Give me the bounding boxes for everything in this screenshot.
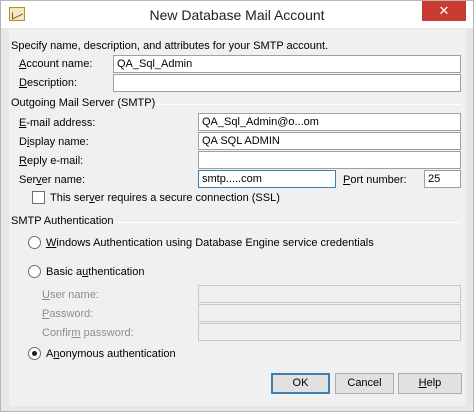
- windows-auth-label: Windows Authentication using Database En…: [46, 237, 374, 249]
- dialog-body: Specify name, description, and attribute…: [9, 29, 466, 406]
- email-address-field[interactable]: QA_Sql_Admin@o...om: [198, 113, 461, 131]
- outgoing-group-divider: [155, 104, 461, 105]
- display-name-field[interactable]: QA SQL ADMIN: [198, 132, 461, 150]
- user-name-label: User name:: [42, 289, 99, 301]
- display-name-label: Display name:: [19, 136, 89, 148]
- auth-group-divider: [115, 222, 461, 223]
- close-button[interactable]: ✕: [422, 1, 466, 21]
- password-field[interactable]: [198, 304, 461, 322]
- window-title: New Database Mail Account: [149, 7, 325, 23]
- basic-auth-label: Basic authentication: [46, 266, 145, 278]
- server-name-field[interactable]: smtp.....com: [198, 170, 336, 188]
- basic-auth-radio[interactable]: [28, 265, 41, 278]
- reply-email-label: Reply e-mail:: [19, 155, 84, 167]
- dialog-window: New Database Mail Account ✕ Specify name…: [0, 0, 474, 412]
- account-name-label: Account name:: [19, 58, 93, 70]
- anonymous-auth-radio[interactable]: [28, 347, 41, 360]
- ssl-checkbox[interactable]: [32, 191, 45, 204]
- password-label: Password:: [42, 308, 94, 320]
- server-name-label: Server name:: [19, 174, 86, 186]
- intro-text: Specify name, description, and attribute…: [11, 40, 329, 52]
- windows-auth-radio[interactable]: [28, 236, 41, 249]
- ok-button[interactable]: OK: [271, 373, 330, 394]
- port-number-label: Port number:: [343, 174, 407, 186]
- user-name-field[interactable]: [198, 285, 461, 303]
- cancel-button[interactable]: Cancel: [335, 373, 394, 394]
- confirm-password-field[interactable]: [198, 323, 461, 341]
- outgoing-group-label: Outgoing Mail Server (SMTP): [11, 97, 156, 109]
- confirm-password-label: Confirm password:: [42, 327, 134, 339]
- ssl-label: This server requires a secure connection…: [50, 192, 280, 204]
- description-field[interactable]: [113, 74, 461, 92]
- anonymous-auth-label: Anonymous authentication: [46, 348, 176, 360]
- reply-email-field[interactable]: [198, 151, 461, 169]
- account-name-field[interactable]: QA_Sql_Admin: [113, 55, 461, 73]
- description-label: Description:: [19, 77, 78, 89]
- email-address-label: E-mail address:: [19, 117, 96, 129]
- auth-group-label: SMTP Authentication: [11, 215, 114, 227]
- port-number-field[interactable]: 25: [424, 170, 461, 188]
- title-bar[interactable]: New Database Mail Account ✕: [1, 1, 473, 28]
- help-button[interactable]: Help: [398, 373, 462, 394]
